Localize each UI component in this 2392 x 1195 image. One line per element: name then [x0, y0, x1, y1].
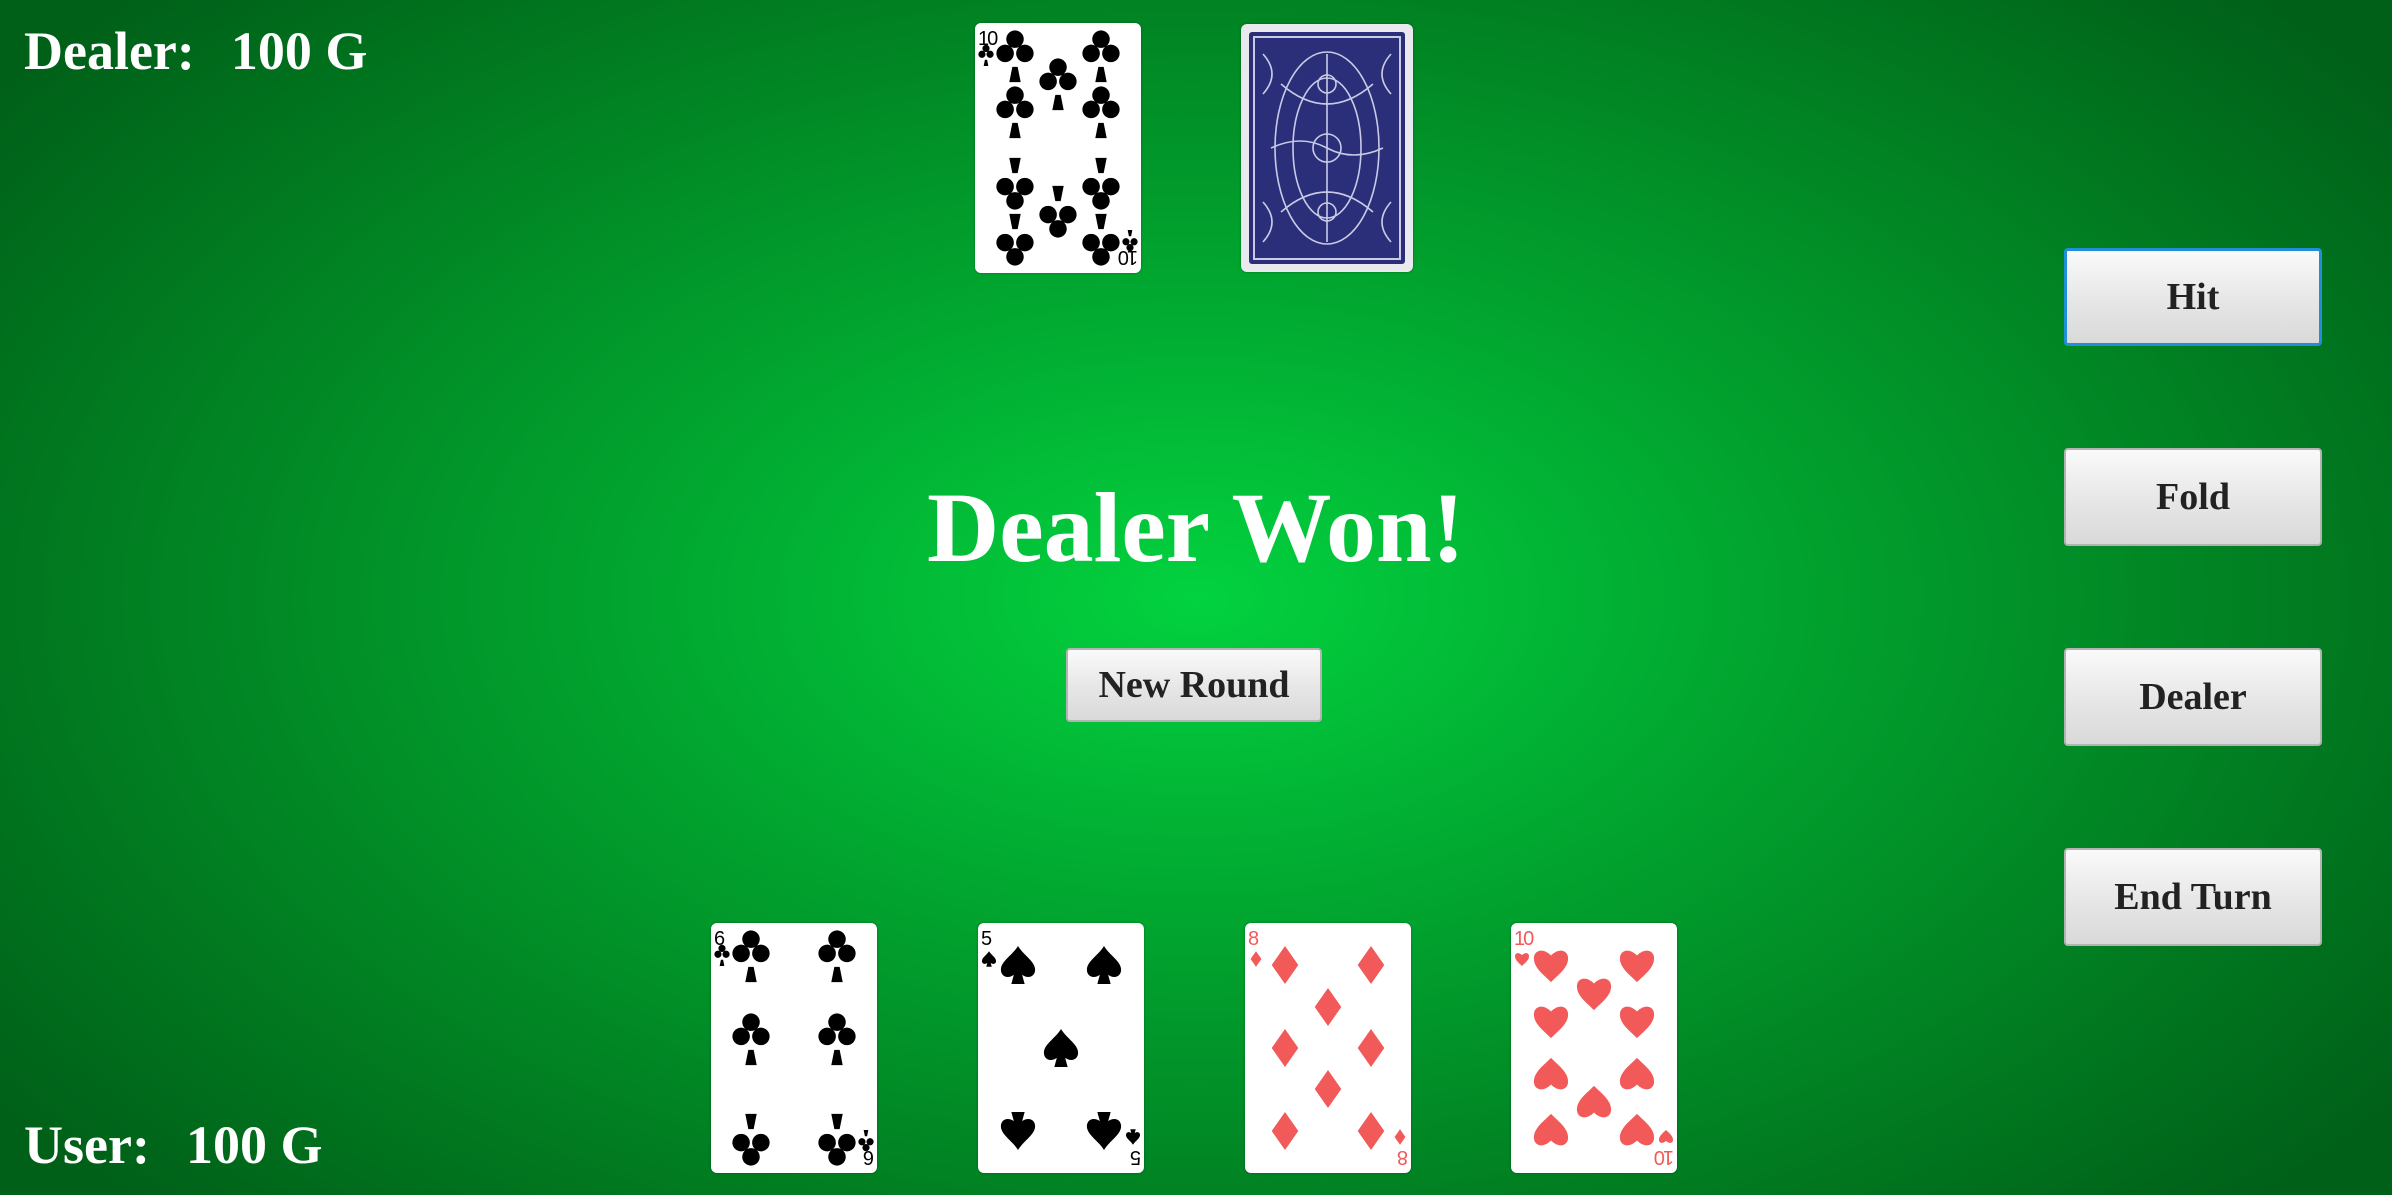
hit-button[interactable]: Hit: [2064, 248, 2322, 346]
heart-icon: [1533, 950, 1569, 983]
user-card-2: 55: [978, 923, 1144, 1173]
card-back-pattern-icon: [1249, 32, 1405, 264]
spade-icon: [1043, 1029, 1079, 1067]
club-icon: [818, 930, 856, 983]
card-rank: 10: [1654, 1146, 1674, 1168]
user-card-1: 66: [711, 923, 877, 1173]
dealer-button[interactable]: Dealer: [2064, 648, 2322, 746]
dealer-score: Dealer: 100 G: [24, 24, 367, 78]
club-icon: [1082, 213, 1120, 266]
club-icon: [1082, 30, 1120, 83]
card-face: 66: [714, 928, 874, 1168]
heart-icon: [1576, 1085, 1612, 1118]
club-icon: [1082, 86, 1120, 139]
card-face: 10 10: [978, 28, 1138, 268]
heart-icon: [1619, 1006, 1655, 1039]
user-card-4: 10 10: [1511, 923, 1677, 1173]
spade-icon: [1086, 1112, 1122, 1150]
diamond-icon: [1357, 1029, 1385, 1067]
diamond-icon: [1357, 1112, 1385, 1150]
user-card-3: 88: [1245, 923, 1411, 1173]
fold-button[interactable]: Fold: [2064, 448, 2322, 546]
card-corner-index: 10: [1514, 928, 1536, 967]
diamond-icon: [1271, 946, 1299, 984]
card-face: 88: [1248, 928, 1408, 1168]
dealer-amount: 100 G: [230, 21, 368, 81]
user-score: User: 100 G: [24, 1118, 322, 1172]
club-icon: [732, 1013, 770, 1066]
diamond-icon: [1394, 1129, 1406, 1145]
diamond-icon: [1271, 1029, 1299, 1067]
card-corner-index: 6: [714, 928, 730, 967]
spade-icon: [1000, 1112, 1036, 1150]
club-icon: [818, 1013, 856, 1066]
card-rank: 8: [1248, 928, 1259, 950]
card-face: 55: [981, 928, 1141, 1168]
heart-icon: [1576, 978, 1612, 1011]
club-icon: [996, 213, 1034, 266]
club-icon: [1039, 185, 1077, 238]
card-rank: 8: [1397, 1146, 1408, 1168]
heart-icon: [1533, 1057, 1569, 1090]
spade-icon: [1125, 1129, 1141, 1145]
user-label: User:: [24, 1115, 150, 1175]
club-icon: [1039, 58, 1077, 111]
card-corner-index: 10: [1118, 229, 1138, 268]
card-corner-index: 10: [1654, 1129, 1674, 1168]
heart-icon: [1533, 1113, 1569, 1146]
card-rank: 5: [1130, 1146, 1141, 1168]
heart-icon: [1658, 1129, 1674, 1143]
dealer-card-1: 10 10: [975, 23, 1141, 273]
card-corner-index: 5: [1125, 1129, 1141, 1168]
card-corner-index: 8: [1394, 1129, 1408, 1168]
diamond-icon: [1357, 946, 1385, 984]
club-icon: [1082, 157, 1120, 210]
club-icon: [732, 1113, 770, 1166]
club-icon: [732, 930, 770, 983]
diamond-icon: [1314, 1070, 1342, 1108]
diamond-icon: [1314, 988, 1342, 1026]
heart-icon: [1514, 953, 1530, 967]
heart-icon: [1619, 950, 1655, 983]
spade-icon: [1086, 946, 1122, 984]
card-rank: 10: [1514, 928, 1534, 950]
club-icon: [818, 1113, 856, 1166]
card-corner-index: 5: [981, 928, 997, 967]
card-corner-index: 6: [858, 1129, 874, 1168]
result-message: Dealer Won!: [927, 472, 1465, 583]
dealer-label: Dealer:: [24, 21, 195, 81]
end-turn-button[interactable]: End Turn: [2064, 848, 2322, 946]
diamond-icon: [1250, 951, 1262, 967]
club-icon: [996, 157, 1034, 210]
card-rank: 5: [981, 928, 992, 950]
card-face: 10 10: [1514, 928, 1674, 1168]
user-amount: 100 G: [185, 1115, 323, 1175]
card-corner-index: 8: [1248, 928, 1262, 967]
diamond-icon: [1271, 1112, 1299, 1150]
new-round-button[interactable]: New Round: [1066, 648, 1322, 722]
heart-icon: [1619, 1057, 1655, 1090]
dealer-card-2-back: [1241, 24, 1413, 272]
heart-icon: [1533, 1006, 1569, 1039]
heart-icon: [1619, 1113, 1655, 1146]
club-icon: [996, 86, 1034, 139]
spade-icon: [981, 951, 997, 967]
club-icon: [996, 30, 1034, 83]
spade-icon: [1000, 946, 1036, 984]
card-corner-index: 10: [978, 28, 1000, 67]
